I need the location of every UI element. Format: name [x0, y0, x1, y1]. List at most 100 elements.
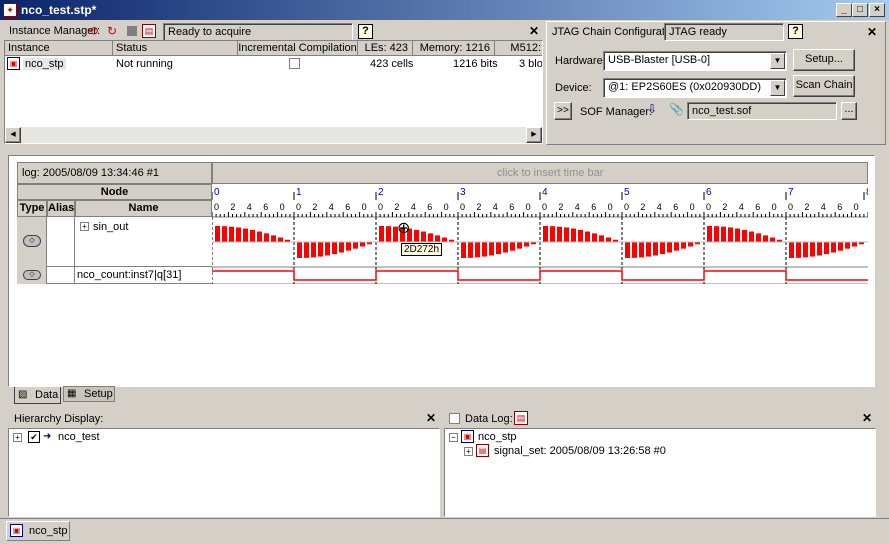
sin-bar: [475, 242, 480, 258]
device-label: Device:: [555, 82, 592, 94]
run-analysis-icon[interactable]: ⟲: [88, 24, 102, 38]
browse-button[interactable]: ...: [841, 102, 857, 120]
jtag-close-icon[interactable]: ✕: [867, 25, 877, 39]
sin-bar: [625, 242, 630, 258]
sin-bar: [721, 226, 726, 242]
expand-icon[interactable]: +: [80, 222, 89, 231]
chevron-down-icon[interactable]: ▼: [770, 53, 785, 69]
instance-status-field: Ready to acquire: [163, 23, 353, 41]
jtag-status-text: JTAG ready: [669, 26, 727, 38]
autorun-analysis-icon[interactable]: ↻: [107, 24, 121, 38]
zoom-cursor-icon: ⊕: [397, 220, 411, 237]
waveform-canvas[interactable]: 00 2 4 6 010 2 4 6 020 2 4 6 030 2 4 6 040 2 4 6 050 2 4 6 060 2 4…: [212, 184, 868, 284]
sin-bar: [250, 229, 255, 242]
expand-icon[interactable]: +: [13, 433, 22, 442]
scan-chain-button[interactable]: Scan Chain: [793, 75, 855, 97]
table-row[interactable]: ▣ nco_stp Not running 423 cells 1216 bit…: [5, 56, 542, 72]
minor-tick-label: 2: [722, 202, 727, 212]
sin-bar: [353, 242, 358, 249]
tab-setup[interactable]: ▦ Setup: [63, 386, 115, 402]
sin-bar: [543, 226, 548, 242]
col-incremental-compilation[interactable]: Incremental Compilation: [238, 41, 358, 56]
sin-bar: [297, 242, 302, 258]
datalog-child[interactable]: signal_set: 2005/08/09 13:26:58 #0: [494, 445, 666, 457]
datalog-root[interactable]: nco_stp: [478, 431, 517, 443]
minimize-button[interactable]: _: [836, 3, 852, 17]
instance-icon: ▣: [10, 524, 23, 537]
sin-bar: [510, 242, 515, 251]
hierarchy-checkbox[interactable]: ✔: [28, 431, 40, 443]
instance-manager-close-icon[interactable]: ✕: [529, 24, 539, 38]
status-tab[interactable]: ▣ nco_stp: [6, 521, 70, 541]
col-memory[interactable]: Memory: 1216: [413, 41, 495, 56]
program-device-icon[interactable]: ⇩: [647, 102, 657, 116]
col-les[interactable]: LEs: 423: [358, 41, 413, 56]
setup-button[interactable]: Setup...: [793, 49, 855, 71]
sin-bar: [845, 242, 850, 249]
sin-bar: [817, 242, 822, 256]
minor-tick-label: 6: [673, 202, 678, 212]
chevron-down-icon[interactable]: ▼: [770, 80, 785, 96]
sin-bar: [803, 242, 808, 258]
minor-tick-label: 0: [624, 202, 629, 212]
jtag-panel: JTAG Chain Configuration: JTAG ready ? ✕…: [546, 21, 886, 145]
help-icon[interactable]: ?: [358, 24, 373, 39]
tab-data[interactable]: ▧ Data: [14, 387, 61, 404]
sin-bar: [599, 235, 604, 242]
minor-tick-label: 0: [690, 202, 695, 212]
sin-bar: [735, 228, 740, 242]
sin-bar: [639, 242, 644, 258]
instance-icon: ▣: [461, 430, 474, 443]
horizontal-scrollbar[interactable]: ◀ ▶: [5, 127, 542, 143]
col-instance[interactable]: Instance: [5, 41, 113, 56]
minor-tick-label: 4: [329, 202, 334, 212]
sin-bar: [770, 237, 775, 242]
stop-analysis-icon[interactable]: [127, 26, 137, 36]
scroll-left-button[interactable]: ◀: [5, 127, 21, 143]
minor-tick-label: 0: [854, 202, 859, 212]
device-select[interactable]: @1: EP2S60ES (0x020930DD) ▼: [603, 78, 787, 98]
sin-bar: [421, 231, 426, 242]
minor-tick-label: 0: [362, 202, 367, 212]
sin-bar: [311, 242, 316, 258]
sof-file-value: nco_test.sof: [692, 105, 752, 117]
col-m512[interactable]: M512:: [495, 41, 542, 56]
jtag-help-icon[interactable]: ?: [788, 24, 803, 39]
expand-icon[interactable]: +: [464, 447, 473, 456]
col-status[interactable]: Status: [113, 41, 238, 56]
maximize-button[interactable]: □: [852, 3, 868, 17]
datalog-close-icon[interactable]: ✕: [862, 411, 872, 425]
minor-tick-label: 4: [493, 202, 498, 212]
hierarchy-close-icon[interactable]: ✕: [426, 411, 436, 425]
close-button[interactable]: ×: [869, 3, 885, 17]
major-tick-label: 6: [706, 187, 712, 198]
instance-status: Not running: [116, 58, 173, 70]
signal-row[interactable]: ◇ + sin_out: [17, 217, 212, 267]
minor-tick-label: 0: [214, 202, 219, 212]
instance-status-text: Ready to acquire: [168, 26, 252, 38]
datalog-checkbox[interactable]: [449, 413, 460, 424]
incremental-compilation-checkbox[interactable]: [289, 58, 300, 69]
sin-bar: [524, 242, 529, 247]
instance-manager-label: Instance Manager:: [9, 25, 101, 37]
attachment-icon[interactable]: 📎: [669, 102, 684, 116]
sin-bar: [517, 242, 522, 249]
expand-sof-button[interactable]: >>: [554, 102, 572, 120]
signal-row[interactable]: ◇ nco_count:inst7|q[31]: [17, 267, 212, 284]
minor-tick-label: 0: [608, 202, 613, 212]
read-data-icon[interactable]: ▤: [142, 24, 156, 38]
sin-bar: [674, 242, 679, 251]
major-tick-label: 7: [788, 187, 794, 198]
hardware-select[interactable]: USB-Blaster [USB-0] ▼: [603, 51, 787, 71]
collapse-icon[interactable]: −: [449, 433, 458, 442]
scroll-right-button[interactable]: ▶: [526, 127, 542, 143]
sof-file-field[interactable]: nco_test.sof: [687, 102, 837, 120]
status-tab-label: nco_stp: [29, 525, 68, 537]
datalog-icon[interactable]: ▤: [514, 411, 528, 425]
minor-tick-label: 2: [312, 202, 317, 212]
insert-time-bar-area[interactable]: click to insert time bar: [212, 162, 868, 184]
sin-bar: [332, 242, 337, 255]
app-icon: ✦: [3, 3, 17, 17]
hierarchy-item[interactable]: nco_test: [58, 431, 100, 443]
node-header: Node: [17, 184, 212, 200]
